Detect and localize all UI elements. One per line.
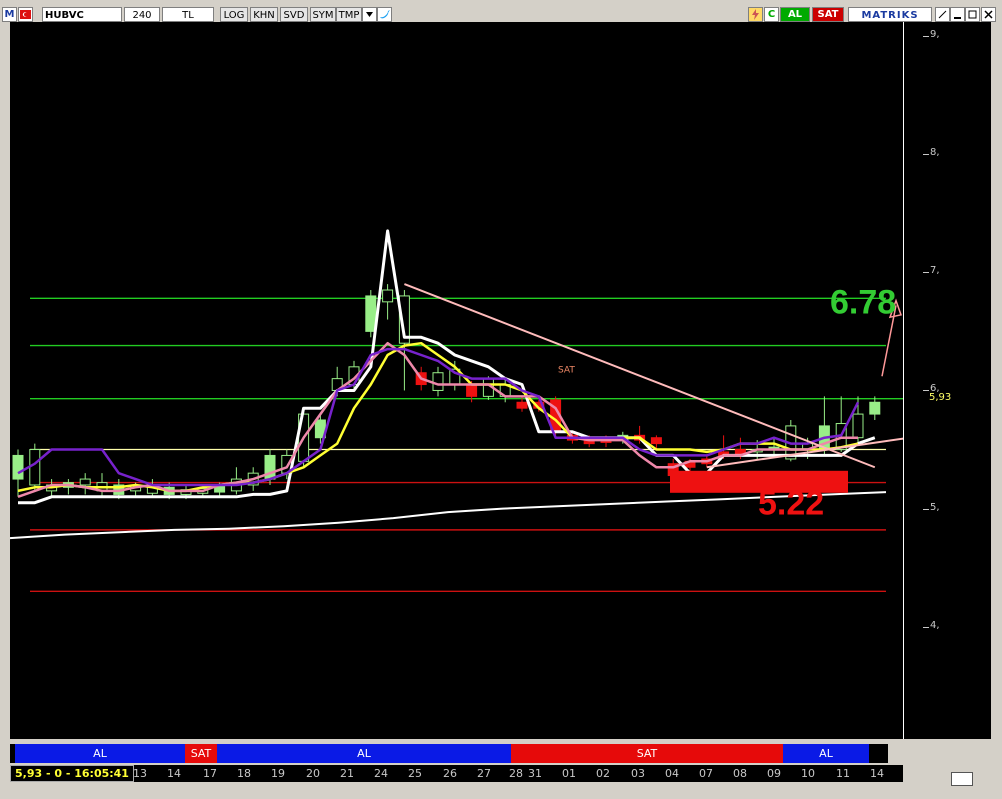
date-tick-label: 14 (870, 767, 884, 780)
y-tick-label: 9, (930, 29, 940, 40)
symbol-input[interactable]: HUBVC (42, 7, 122, 22)
chart-canvas: 6.78 5.22 SAT (10, 229, 903, 593)
pin-icon[interactable] (935, 7, 950, 22)
target-down-label: 5.22 (758, 485, 824, 523)
date-tick-label: 19 (271, 767, 285, 780)
date-tick-label: 17 (203, 767, 217, 780)
date-tick-label: 09 (767, 767, 781, 780)
y-tick (923, 508, 929, 510)
current-price-label: 5,93 (929, 391, 952, 403)
signal-strip: AL SAT AL SAT AL (10, 744, 888, 763)
twitter-icon[interactable] (377, 7, 392, 22)
candle-body (12, 454, 24, 480)
candle-body (852, 413, 864, 439)
currency-select[interactable]: TL (162, 7, 214, 22)
date-tick-label: 04 (665, 767, 679, 780)
chevron-down-icon[interactable] (362, 7, 377, 22)
sell-button[interactable]: SAT (812, 7, 844, 22)
buy-signal-segment: AL (15, 744, 185, 763)
date-tick-label: 24 (374, 767, 388, 780)
sym-button[interactable]: SYM (310, 7, 336, 22)
y-tick-label: 7, (930, 265, 940, 277)
brand-logo: MATRIKS (848, 7, 932, 22)
axis-line (903, 22, 904, 739)
date-axis: 5,93 - 0 - 16:05:41 13 14 17 18 19 20 21 24 25 26… (10, 765, 903, 782)
price-chart[interactable]: 6.78 5.22 SAT (10, 22, 903, 739)
candle-body (365, 295, 377, 332)
scroll-control[interactable] (951, 772, 973, 786)
khn-button[interactable]: KHN (250, 7, 278, 22)
buy-button[interactable]: AL (780, 7, 810, 22)
minimize-icon[interactable] (950, 7, 965, 22)
slow-ma-line (10, 491, 887, 540)
candle-body (79, 478, 91, 486)
date-tick-label: 14 (167, 767, 181, 780)
chart-window: M HUBVC 240 TL LOG KHN SVD SYM TMP C AL … (0, 0, 1002, 799)
buy-signal-segment: AL (217, 744, 511, 763)
sat-marker-label: SAT (558, 366, 575, 376)
date-tick-label: 11 (836, 767, 850, 780)
y-tick (923, 626, 929, 628)
date-tick-label: 28 (509, 767, 523, 780)
candle-body (29, 449, 41, 486)
date-tick-label: 07 (699, 767, 713, 780)
date-tick-label: 13 (133, 767, 147, 780)
date-tick-label: 21 (340, 767, 354, 780)
candle-body (432, 372, 444, 391)
candle-body (869, 401, 881, 415)
date-tick-label: 26 (443, 767, 457, 780)
y-tick-label: 8, (930, 147, 940, 159)
date-tick-label: 02 (596, 767, 610, 780)
y-tick-label: 4, (930, 619, 940, 631)
y-tick (923, 36, 929, 37)
lightning-icon[interactable] (748, 7, 763, 22)
refresh-icon[interactable]: C (764, 7, 779, 22)
date-tick-label: 27 (477, 767, 491, 780)
y-tick-label: 5, (930, 501, 940, 513)
period-select[interactable]: 240 (124, 7, 160, 22)
sell-signal-segment: SAT (185, 744, 217, 763)
date-tick-label: 18 (237, 767, 251, 780)
date-tick-label: 01 (562, 767, 576, 780)
date-tick-label: 25 (408, 767, 422, 780)
svd-button[interactable]: SVD (280, 7, 308, 22)
y-tick (923, 154, 929, 156)
price-axis: 9, 8, 7, 6, 5, 4, 5,93 (903, 22, 991, 739)
date-tick-label: 20 (306, 767, 320, 780)
yellow-overlay-line (17, 341, 859, 493)
tmp-button[interactable]: TMP (336, 7, 362, 22)
right-frame (991, 22, 1002, 739)
app-logo-icon: M (2, 7, 17, 22)
candle-body (650, 437, 662, 445)
sell-signal-segment: SAT (511, 744, 783, 763)
y-tick (923, 272, 929, 274)
maximize-icon[interactable] (965, 7, 980, 22)
date-tick-label: 10 (801, 767, 815, 780)
status-readout: 5,93 - 0 - 16:05:41 (10, 765, 134, 782)
buy-signal-segment: AL (783, 744, 869, 763)
candle-body (466, 384, 478, 397)
date-tick-label: 03 (631, 767, 645, 780)
log-button[interactable]: LOG (220, 7, 248, 22)
close-icon[interactable] (981, 7, 996, 22)
date-tick-label: 08 (733, 767, 747, 780)
target-up-label: 6.78 (830, 284, 896, 322)
date-tick-label: 31 (528, 767, 542, 780)
flag-icon[interactable] (18, 7, 33, 22)
candle-body (516, 401, 528, 409)
candle-body (382, 289, 394, 303)
